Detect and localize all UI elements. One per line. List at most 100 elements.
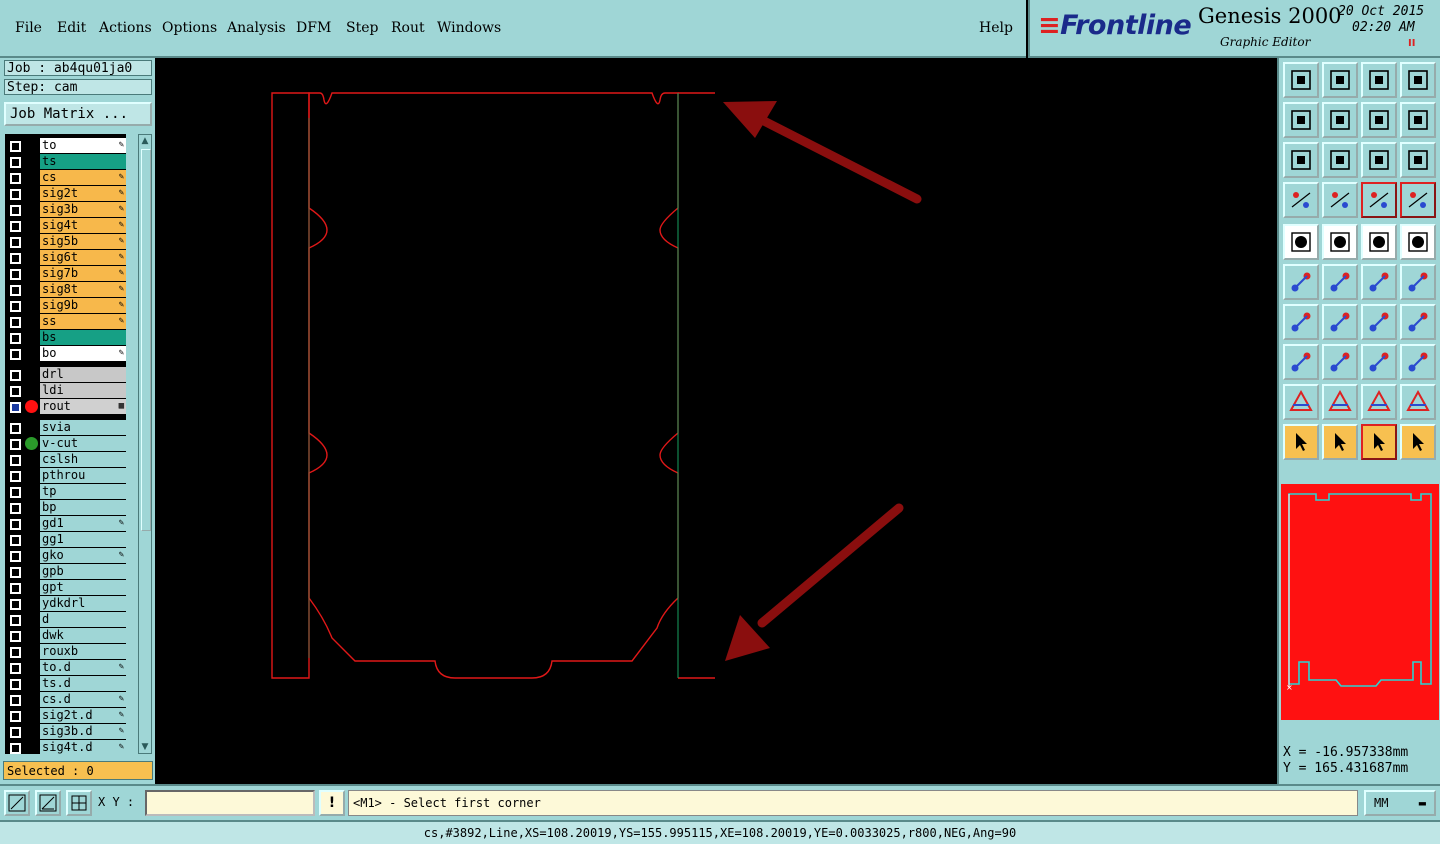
layer-checkbox[interactable] (10, 301, 21, 312)
layer-name[interactable]: pthrou (40, 468, 126, 483)
layer-name[interactable]: rouxb (40, 644, 126, 659)
layer-name[interactable]: gko ✎ (40, 548, 126, 563)
layer-name[interactable]: sig3b.d ✎ (40, 724, 126, 739)
layer-name[interactable]: bs (40, 330, 126, 345)
layer-row-ldi[interactable]: ldi (5, 383, 126, 398)
scroll-up-icon[interactable]: ▲ (139, 135, 151, 147)
arch-tool-button[interactable] (1361, 384, 1397, 420)
layer-name[interactable]: sig4t.d ✎ (40, 740, 126, 754)
layer-name[interactable]: bo ✎ (40, 346, 126, 361)
layer-checkbox[interactable] (10, 253, 21, 264)
menu-step[interactable]: Step (346, 20, 378, 36)
arrow-up-tool-button[interactable] (1322, 384, 1358, 420)
snap-config-tool-button[interactable] (1283, 182, 1319, 218)
menu-edit[interactable]: Edit (57, 20, 86, 36)
select-box-tool-button[interactable] (1322, 424, 1358, 460)
triangle-tool-button[interactable] (1283, 384, 1319, 420)
pad-tool-button[interactable] (1283, 224, 1319, 260)
layer-name[interactable]: dwk (40, 628, 126, 643)
layer-checkbox[interactable] (10, 615, 21, 626)
line-h-tool-button[interactable] (1322, 344, 1358, 380)
layer-checkbox[interactable] (10, 743, 21, 754)
layer-row-sig8t[interactable]: sig8t ✎ (5, 282, 126, 297)
zoom-center-tool-button[interactable] (1322, 142, 1358, 178)
help-tool-button[interactable] (1400, 142, 1436, 178)
snap-right-tool-button[interactable] (1322, 102, 1358, 138)
layer-row-v-cut[interactable]: v-cut (5, 436, 126, 451)
net-view-tool-button[interactable] (1361, 182, 1397, 218)
layer-row-sig4t[interactable]: sig4t ✎ (5, 218, 126, 233)
layer-row-drl[interactable]: drl (5, 367, 126, 382)
arch-dim-tool-button[interactable] (1400, 384, 1436, 420)
snap-left-tool-button[interactable] (1283, 102, 1319, 138)
menu-file[interactable]: File (15, 20, 42, 36)
layer-row-sig7b[interactable]: sig7b ✎ (5, 266, 126, 281)
layer-name[interactable]: sig6t ✎ (40, 250, 126, 265)
zoom-fit-tool-button[interactable] (1283, 142, 1319, 178)
graphic-canvas[interactable] (157, 58, 1277, 784)
layer-row-to.d[interactable]: to.d ✎ (5, 660, 126, 675)
layer-name[interactable]: gpt (40, 580, 126, 595)
layer-row-ydkdrl[interactable]: ydkdrl (5, 596, 126, 611)
layer-row-rouxb[interactable]: rouxb (5, 644, 126, 659)
arc-tool-button[interactable] (1361, 304, 1397, 340)
layer-row-sig5b[interactable]: sig5b ✎ (5, 234, 126, 249)
layer-row-tp[interactable]: tp (5, 484, 126, 499)
layer-name[interactable]: bp (40, 500, 126, 515)
layer-checkbox[interactable] (10, 583, 21, 594)
layer-name[interactable]: ydkdrl (40, 596, 126, 611)
connect-tool-button[interactable] (1283, 264, 1319, 300)
layer-checkbox[interactable] (10, 439, 21, 450)
layer-name[interactable]: cslsh (40, 452, 126, 467)
layer-name[interactable]: ss ✎ (40, 314, 126, 329)
layer-checkbox[interactable] (10, 519, 21, 530)
layer-row-bp[interactable]: bp (5, 500, 126, 515)
layer-name[interactable]: sig5b ✎ (40, 234, 126, 249)
menu-help[interactable]: Help (979, 20, 1013, 36)
layer-row-ts[interactable]: ts (5, 154, 126, 169)
layer-row-to[interactable]: to ✎ (5, 138, 126, 153)
measure-tool-button[interactable] (1361, 344, 1397, 380)
layer-checkbox[interactable] (10, 535, 21, 546)
layer-row-gpb[interactable]: gpb (5, 564, 126, 579)
layer-name[interactable]: v-cut (40, 436, 126, 451)
units-select[interactable]: MM ▬ (1364, 790, 1436, 816)
layer-row-ts.d[interactable]: ts.d (5, 676, 126, 691)
layer-name[interactable]: sig8t ✎ (40, 282, 126, 297)
home-tool-button[interactable] (1361, 62, 1397, 98)
group-tool-button[interactable] (1400, 344, 1436, 380)
route-edit-tool-button[interactable] (1400, 424, 1436, 460)
layer-checkbox[interactable] (10, 471, 21, 482)
layer-checkbox[interactable] (10, 370, 21, 381)
scroll-down-icon[interactable]: ▼ (139, 741, 151, 753)
layer-name[interactable]: ts.d (40, 676, 126, 691)
layer-name[interactable]: to.d ✎ (40, 660, 126, 675)
layer-row-cslsh[interactable]: cslsh (5, 452, 126, 467)
grid-snap-button[interactable] (66, 790, 92, 816)
window-tool-button[interactable] (1400, 62, 1436, 98)
layer-checkbox[interactable] (10, 551, 21, 562)
layer-row-pthrou[interactable]: pthrou (5, 468, 126, 483)
cross-tool-button[interactable] (1322, 182, 1358, 218)
layer-row-bs[interactable]: bs (5, 330, 126, 345)
layer-name[interactable]: svia (40, 420, 126, 435)
layer-row-cs.d[interactable]: cs.d ✎ (5, 692, 126, 707)
layer-checkbox[interactable] (10, 189, 21, 200)
layer-checkbox[interactable] (10, 237, 21, 248)
layer-row-sig3b.d[interactable]: sig3b.d ✎ (5, 724, 126, 739)
line-point-tool-button[interactable] (1361, 264, 1397, 300)
layer-checkbox[interactable] (10, 599, 21, 610)
measure-button[interactable] (35, 790, 61, 816)
layer-row-dwk[interactable]: dwk (5, 628, 126, 643)
menu-actions[interactable]: Actions (99, 20, 152, 36)
layer-row-ss[interactable]: ss ✎ (5, 314, 126, 329)
layer-name[interactable]: tp (40, 484, 126, 499)
layer-checkbox[interactable] (10, 455, 21, 466)
ruler-tool-button[interactable] (1361, 224, 1397, 260)
line-end-tool-button[interactable] (1400, 264, 1436, 300)
layer-row-gg1[interactable]: gg1 (5, 532, 126, 547)
layer-checkbox[interactable] (10, 503, 21, 514)
scroll-thumb[interactable] (141, 149, 151, 531)
layer-name[interactable]: ldi (40, 383, 126, 398)
layer-name[interactable]: drl (40, 367, 126, 382)
